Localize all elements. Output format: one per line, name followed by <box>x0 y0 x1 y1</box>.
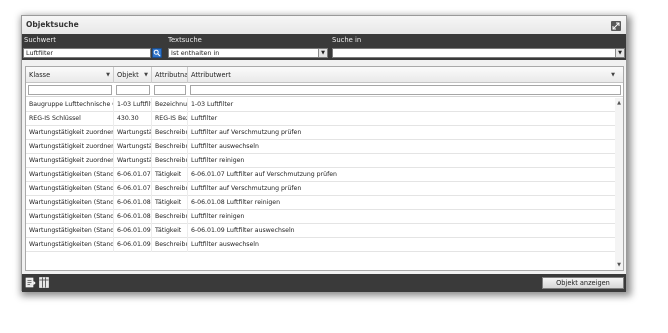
textsuche-label: Textsuche <box>168 36 202 44</box>
columns-icon[interactable] <box>39 277 49 288</box>
table-row[interactable]: REG-IS Schlüssel 430.30 REG-IS Bez Luftfilt… <box>26 112 616 126</box>
filter-row <box>26 83 623 97</box>
expand-icon[interactable] <box>611 21 621 31</box>
table-cell: Wartungstätigkeiten (Standar <box>26 196 114 210</box>
table-cell: Beschreibu <box>152 140 188 154</box>
export-icon[interactable] <box>25 277 36 288</box>
table-cell: Luftfilter reinigen <box>191 213 245 220</box>
table-cell: Wartungstä <box>114 154 152 168</box>
column-header-objekt[interactable]: Objekt ▼ <box>114 67 152 83</box>
filter-input-attributwert[interactable] <box>190 85 621 95</box>
results-table: Klasse ▼ Objekt ▼ Attributna Attributwer… <box>25 66 624 271</box>
search-panel: Suchwert Textsuche Suche in Luftfilter I… <box>22 34 626 60</box>
table-cell: Tätigkeit <box>152 224 188 238</box>
table-cell: 6-06.01.07 <box>114 182 152 196</box>
title-bar: Objektsuche <box>22 16 626 34</box>
table-cell: 1-03 Luftfilter <box>191 101 234 108</box>
table-row[interactable]: Wartungstätigkeit zuordnen (S Wartungstä B… <box>26 126 616 140</box>
table-row[interactable]: Wartungstätigkeit zuordnen (S Wartungstä B… <box>26 140 616 154</box>
filter-input-attributname[interactable] <box>154 85 186 95</box>
table-cell: Beschreibu <box>152 210 188 224</box>
suchwert-label: Suchwert <box>24 36 56 44</box>
table-row[interactable]: Wartungstätigkeiten (Standar 6-06.01.09 Be… <box>26 238 616 252</box>
table-cell: Tätigkeit <box>152 196 188 210</box>
table-cell: 6-06.01.09 <box>114 224 152 238</box>
table-cell: Beschreibu <box>152 154 188 168</box>
suche-in-select[interactable]: ▼ <box>332 48 625 58</box>
table-cell: 1-03 Luftfilt <box>114 98 152 112</box>
table-row[interactable]: Wartungstätigkeiten (Standar 6-06.01.07 Tä… <box>26 168 616 182</box>
table-row[interactable]: Wartungstätigkeiten (Standar 6-06.01.07 Be… <box>26 182 616 196</box>
table-cell: Baugruppe Lufttechnische Ger <box>26 98 114 112</box>
table-cell: Beschreibu <box>152 126 188 140</box>
table-cell: Luftfilter reinigen <box>191 157 245 164</box>
textsuche-select[interactable]: Ist enthalten in ▼ <box>168 48 328 58</box>
table-row[interactable]: Wartungstätigkeiten (Standar 6-06.01.09 Tä… <box>26 224 616 238</box>
table-cell: 6-06.01.08 <box>114 210 152 224</box>
column-header-klasse[interactable]: Klasse ▼ <box>26 67 114 83</box>
scroll-up-icon[interactable]: ▲ <box>615 100 623 106</box>
table-cell: Wartungstätigkeiten (Standar <box>26 182 114 196</box>
table-cell: 6-06.01.08 Luftfilter reinigen <box>191 199 281 206</box>
table-cell: Tätigkeit <box>152 168 188 182</box>
table-cell: REG-IS Bez <box>152 112 188 126</box>
suchwert-value: Luftfilter <box>26 49 54 57</box>
show-object-button[interactable]: Objekt anzeigen <box>542 277 624 289</box>
table-row[interactable]: Wartungstätigkeit zuordnen (S Wartungstä B… <box>26 154 616 168</box>
table-cell: 6-06.01.07 <box>114 168 152 182</box>
chevron-down-icon[interactable]: ▼ <box>318 49 327 57</box>
suche-in-label: Suche in <box>332 36 362 44</box>
table-cell: Luftfilter auf Verschmutzung prüfen <box>191 185 302 192</box>
table-cell: Wartungstätigkeit zuordnen (S <box>26 154 114 168</box>
vertical-scrollbar[interactable]: ▲ ▼ <box>615 98 623 270</box>
table-row[interactable]: Wartungstätigkeiten (Standar 6-06.01.08 Tä… <box>26 196 616 210</box>
table-cell: 6-06.01.09 <box>114 238 152 252</box>
table-cell: Wartungstätigkeiten (Standar <box>26 224 114 238</box>
table-cell: Wartungstätigkeiten (Standar <box>26 238 114 252</box>
table-cell: REG-IS Schlüssel <box>26 112 114 126</box>
table-cell: Wartungstätigkeiten (Standar <box>26 168 114 182</box>
filter-input-objekt[interactable] <box>116 85 150 95</box>
table-cell: Wartungstätigkeit zuordnen (S <box>26 126 114 140</box>
table-cell: Beschreibu <box>152 238 188 252</box>
column-header-attributname[interactable]: Attributna <box>152 67 188 83</box>
table-row[interactable]: Wartungstätigkeiten (Standar 6-06.01.08 Be… <box>26 210 616 224</box>
table-cell: 6-06.01.09 Luftfilter auswechseln <box>191 227 295 234</box>
textsuche-value: Ist enthalten in <box>171 49 220 57</box>
object-search-window: Objektsuche Suchwert Textsuche Suche in … <box>21 15 627 292</box>
table-cell: Beschreibu <box>152 182 188 196</box>
table-row[interactable]: Baugruppe Lufttechnische Ger 1-03 Luftfil… <box>26 98 616 112</box>
window-title: Objektsuche <box>26 20 79 29</box>
table-cell: Luftfilter <box>191 115 218 122</box>
table-cell: 6-06.01.08 <box>114 196 152 210</box>
table-cell: Wartungstätigkeit zuordnen (S <box>26 140 114 154</box>
table-cell: Luftfilter auswechseln <box>191 143 259 150</box>
search-icon <box>153 49 161 57</box>
table-cell: Wartungstä <box>114 126 152 140</box>
table-cell: Bezeichnur <box>152 98 188 112</box>
table-body: Baugruppe Lufttechnische Ger 1-03 Luftfil… <box>26 98 616 252</box>
table-cell: Luftfilter auswechseln <box>191 241 259 248</box>
table-cell: 430.30 <box>114 112 152 126</box>
table-cell: Wartungstä <box>114 140 152 154</box>
filter-input-klasse[interactable] <box>28 85 112 95</box>
search-button[interactable] <box>152 48 162 58</box>
sort-arrow-icon[interactable]: ▼ <box>106 67 110 83</box>
table-cell: Wartungstätigkeiten (Standar <box>26 210 114 224</box>
sort-arrow-icon[interactable]: ▼ <box>144 67 148 83</box>
scroll-down-icon[interactable]: ▼ <box>615 262 623 268</box>
table-cell: 6-06.01.07 Luftfilter auf Verschmutzung … <box>191 171 337 178</box>
sort-arrow-icon[interactable]: ▼ <box>611 67 615 83</box>
bottom-toolbar: Objekt anzeigen <box>22 274 626 292</box>
table-cell: Luftfilter auf Verschmutzung prüfen <box>191 129 302 136</box>
suchwert-input[interactable]: Luftfilter <box>23 48 151 58</box>
chevron-down-icon[interactable]: ▼ <box>615 49 624 57</box>
column-header-attributwert[interactable]: Attributwert ▼ <box>188 67 623 83</box>
table-header: Klasse ▼ Objekt ▼ Attributna Attributwer… <box>26 67 623 83</box>
